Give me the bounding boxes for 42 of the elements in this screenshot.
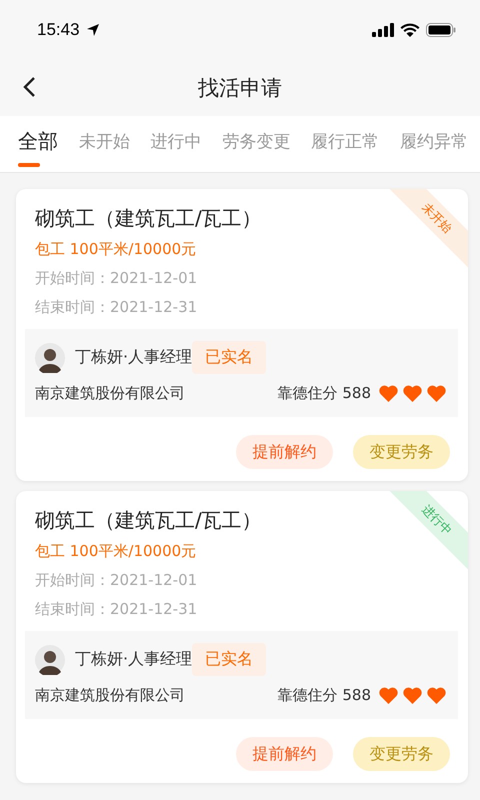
avatar-icon — [35, 342, 65, 372]
action-button[interactable]: 变更劳务 — [353, 737, 450, 771]
company-name: 南京建筑股份有限公司 — [35, 686, 185, 705]
start-date: 开始时间：2021-12-01 — [35, 571, 198, 590]
action-button[interactable]: 提前解约 — [236, 737, 333, 771]
verified-badge: 已实名 — [192, 643, 266, 676]
heart-icon — [403, 385, 422, 402]
contact-name: 丁栋妍·人事经理 — [75, 649, 192, 670]
tab[interactable]: 履约异常 — [400, 116, 468, 172]
start-date: 开始时间：2021-12-01 — [35, 269, 198, 288]
company-name: 南京建筑股份有限公司 — [35, 384, 185, 403]
tab[interactable]: 未开始 — [78, 116, 130, 172]
heart-icon — [379, 385, 398, 402]
end-date: 结束时间：2021-12-31 — [35, 600, 198, 619]
price-text: 包工 100平米/10000元 — [35, 542, 198, 561]
price-text: 包工 100平米/10000元 — [35, 240, 198, 259]
tab[interactable]: 劳务变更 — [222, 116, 290, 172]
job-card[interactable]: 未开始 砌筑工（建筑瓦工/瓦工） 包工 100平米/10000元 开始时间：2021-12-01 结束时间：2021-12-31 丁栋妍·人事经理 已实名 南京建筑股份有限公司 靠德住分 588 提前解约 变更劳务 — [16, 189, 468, 481]
status-time: 15:43 — [37, 20, 80, 40]
signal-icon — [372, 23, 394, 37]
avatar-icon — [35, 644, 65, 674]
wifi-icon — [400, 23, 420, 37]
job-card[interactable]: 进行中 砌筑工（建筑瓦工/瓦工） 包工 100平米/10000元 开始时间：2021-12-01 结束时间：2021-12-31 丁栋妍·人事经理 已实名 南京建筑股份有限公司 靠德住分 588 提前解约 变更劳务 — [16, 491, 468, 783]
location-arrow-icon — [86, 23, 100, 37]
credit-score: 靠德住分 588 — [278, 686, 371, 705]
heart-icon — [379, 687, 398, 704]
action-button[interactable]: 提前解约 — [236, 435, 333, 469]
tab[interactable]: 全部 — [18, 116, 58, 172]
end-date: 结束时间：2021-12-31 — [35, 298, 198, 317]
action-button[interactable]: 变更劳务 — [353, 435, 450, 469]
job-title: 砌筑工（建筑瓦工/瓦工） — [35, 507, 262, 534]
credit-score: 靠德住分 588 — [278, 384, 371, 403]
verified-badge: 已实名 — [192, 341, 266, 374]
contact-name: 丁栋妍·人事经理 — [75, 347, 192, 368]
heart-icon — [427, 385, 446, 402]
job-title: 砌筑工（建筑瓦工/瓦工） — [35, 205, 262, 232]
battery-icon — [426, 23, 456, 37]
heart-icon — [403, 687, 422, 704]
page-title: 找活申请 — [198, 75, 282, 102]
tab[interactable]: 进行中 — [150, 116, 202, 172]
heart-icon — [427, 687, 446, 704]
tab[interactable]: 履行正常 — [311, 116, 380, 172]
